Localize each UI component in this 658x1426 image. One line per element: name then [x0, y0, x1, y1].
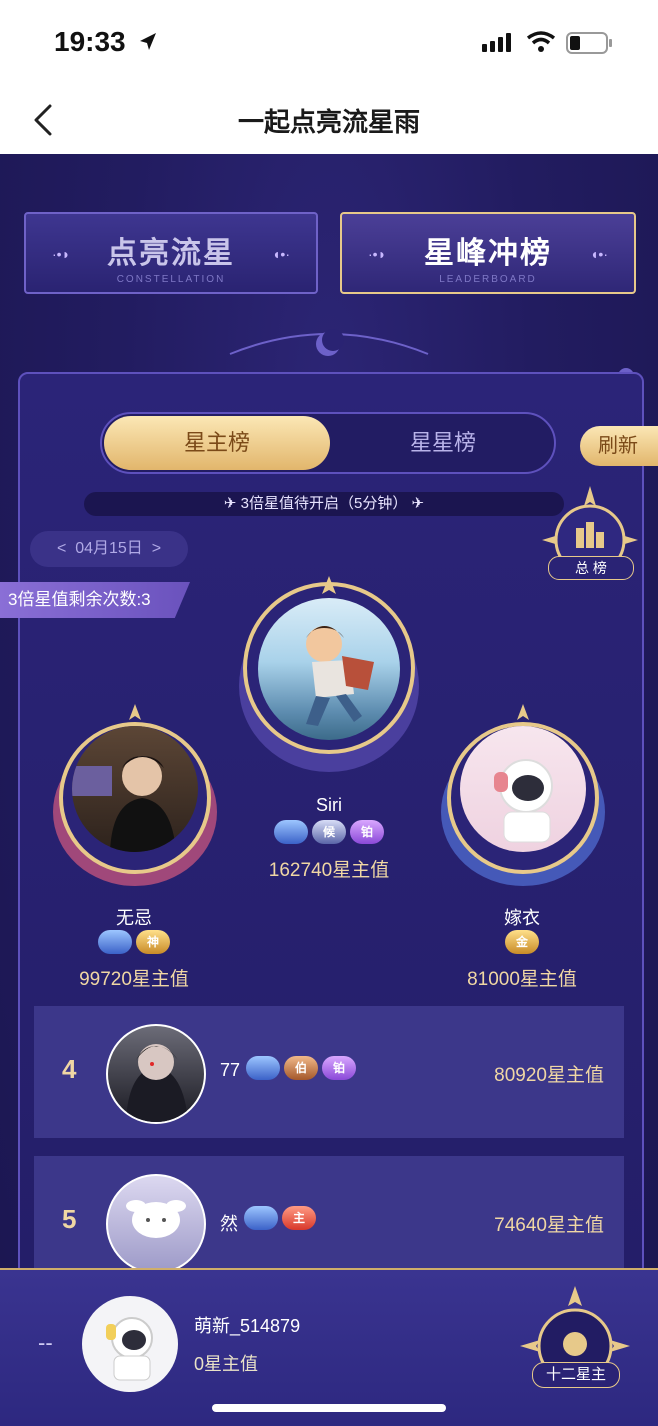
date-selector[interactable]: < 04月15日 > [30, 531, 188, 567]
podium-first[interactable] [236, 576, 422, 776]
bonus-remaining-ribbon: 3倍星值剩余次数:3 [0, 582, 190, 618]
date-value: 04月15日 [75, 540, 143, 557]
moon-dots-icon: ·•◗ [52, 246, 71, 262]
podium-first-name: Siri [316, 795, 342, 815]
moon-dots-icon: ·•◗ [368, 246, 387, 262]
total-rank-label: 总 榜 [548, 556, 634, 580]
podium-second[interactable] [52, 702, 218, 888]
level-badge-icon: 候 [312, 820, 346, 844]
avatar-man-dark [72, 756, 176, 852]
list-item[interactable]: 4 77 伯铂 80920星主值 [34, 1006, 624, 1138]
avatar [82, 1296, 178, 1392]
level-badge-icon [244, 1206, 278, 1230]
bonus-notice: ✈ 3倍星值待开启（5分钟） ✈ [84, 492, 564, 516]
battery-icon [566, 32, 612, 54]
tab-constellation-sub: CONSTELLATION [116, 274, 226, 285]
avatar-astronaut [494, 759, 553, 843]
rocket-icon: ✈ [407, 495, 425, 512]
moon-dots-icon: ◖•· [271, 246, 290, 262]
tab-star-star[interactable]: 星星榜 [332, 416, 554, 470]
user-score: 74640星主值 [494, 1215, 604, 1236]
tab-constellation[interactable]: ·•◗ 点亮流星 CONSTELLATION ◖•· [24, 212, 318, 294]
avatar-white-creature [126, 1200, 186, 1238]
tab-leaderboard-sub: LEADERBOARD [439, 274, 537, 285]
list-item[interactable]: 5 然 主 74640星主值 [34, 1156, 624, 1274]
podium-third-name: 嫁衣 [504, 908, 540, 928]
my-rank-bar: -- 萌新_514879 0星主值 十二星主 [0, 1268, 658, 1426]
level-badge-icon: 神 [136, 930, 170, 954]
podium-third-badges: 金 [422, 930, 622, 954]
bonus-notice-text: 3倍星值待开启（5分钟） [240, 495, 408, 512]
signal-icon [482, 33, 511, 52]
user-name: 77 [220, 1060, 241, 1080]
level-badge-icon: 主 [282, 1206, 316, 1230]
rank-number: 5 [62, 1204, 77, 1234]
avatar-dark-character [126, 1044, 188, 1122]
rank-number: 4 [62, 1054, 77, 1084]
total-rank-button[interactable]: 总 榜 [540, 484, 640, 594]
page-title: 一起点亮流星雨 [237, 107, 420, 137]
podium-second-badges: 神 [34, 930, 234, 954]
avatar [258, 598, 400, 740]
user-badges: 主 [244, 1206, 316, 1230]
avatar-astronaut [106, 1317, 153, 1381]
moon-dots-icon: ◖•· [589, 246, 608, 262]
level-badge-icon [246, 1056, 280, 1080]
location-arrow-icon [140, 33, 156, 50]
home-indicator [212, 1404, 446, 1412]
user-badges: 伯铂 [246, 1056, 356, 1080]
tab-leaderboard[interactable]: ·•◗ 星峰冲榜 LEADERBOARD ◖•· [340, 212, 636, 294]
my-name: 萌新_514879 [194, 1316, 301, 1336]
level-badge-icon [98, 930, 132, 954]
zodiac-button[interactable]: 十二星主 [520, 1286, 630, 1406]
podium-first-badges: 候铂 [229, 820, 429, 844]
avatar [72, 726, 198, 852]
nav-bar: 一起点亮流星雨 [0, 86, 658, 154]
tab-star-master[interactable]: 星主榜 [104, 416, 330, 470]
refresh-button[interactable]: 刷新 [580, 426, 658, 466]
date-prev-button[interactable]: < [57, 540, 66, 557]
user-score: 80920星主值 [494, 1065, 604, 1086]
podium-first-score: 162740星主值 [268, 860, 390, 881]
podium-second-name: 无忌 [116, 908, 152, 928]
wifi-icon [526, 31, 556, 52]
level-badge-icon: 铂 [322, 1056, 356, 1080]
zodiac-icon [520, 1286, 630, 1384]
user-name: 然 [220, 1214, 238, 1234]
my-score: 0星主值 [194, 1354, 259, 1374]
level-badge-icon: 伯 [284, 1056, 318, 1080]
avatar [106, 1174, 206, 1274]
avatar-boy-running [306, 626, 374, 726]
status-time: 19:33 [54, 26, 126, 57]
avatar [460, 726, 586, 852]
podium-third[interactable] [440, 702, 606, 888]
status-bar: 19:33 [0, 0, 658, 86]
date-next-button[interactable]: > [152, 540, 161, 557]
level-badge-icon: 金 [505, 930, 539, 954]
avatar [106, 1024, 206, 1124]
my-rank: -- [38, 1330, 53, 1355]
rocket-icon: ✈ [223, 495, 241, 512]
podium-second-score: 99720星主值 [79, 969, 189, 990]
podium-third-score: 81000星主值 [467, 969, 577, 990]
level-badge-icon [274, 820, 308, 844]
level-badge-icon: 铂 [350, 820, 384, 844]
rank-type-switch: 星主榜 星星榜 [100, 412, 556, 474]
zodiac-label: 十二星主 [532, 1362, 620, 1388]
